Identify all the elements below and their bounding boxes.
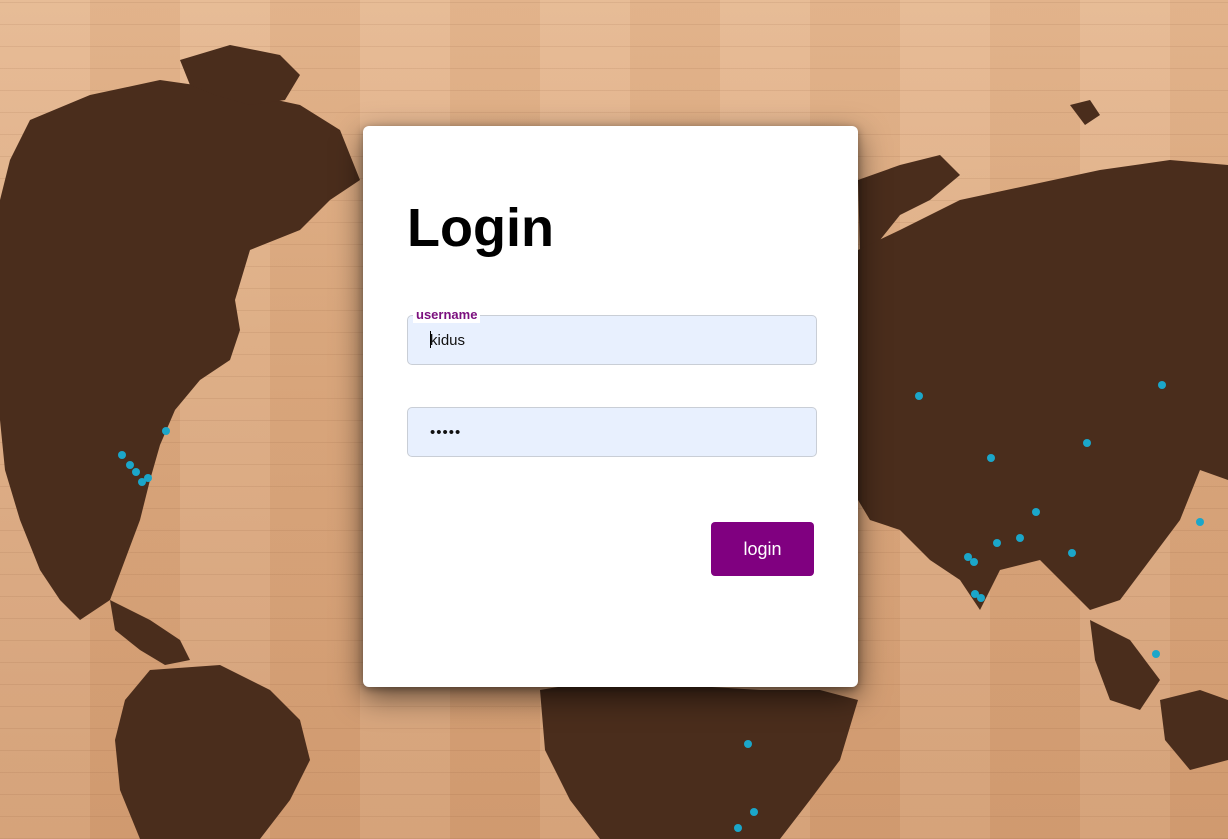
- username-value: kidus: [430, 332, 466, 349]
- map-pin: [162, 427, 170, 435]
- page-title: Login: [407, 198, 554, 258]
- map-pin: [118, 451, 126, 459]
- map-oceania: [1160, 690, 1228, 770]
- map-pin: [1196, 518, 1204, 526]
- map-pin: [1032, 508, 1040, 516]
- map-pin: [1083, 439, 1091, 447]
- map-pin: [144, 474, 152, 482]
- map-japan: [1070, 100, 1100, 125]
- map-pin: [1016, 534, 1024, 542]
- username-field[interactable]: username kidus: [407, 307, 817, 365]
- password-field[interactable]: •••••: [407, 407, 817, 457]
- login-button[interactable]: login: [711, 522, 814, 576]
- map-south-america: [115, 665, 310, 839]
- map-pin: [132, 468, 140, 476]
- map-pin: [744, 740, 752, 748]
- map-pin: [977, 594, 985, 602]
- map-pin: [734, 824, 742, 832]
- map-pin: [1068, 549, 1076, 557]
- password-value: •••••: [430, 424, 462, 441]
- username-label: username: [413, 307, 481, 323]
- login-card: Login username kidus ••••• login: [363, 126, 858, 687]
- map-southeast-asia: [1090, 620, 1160, 710]
- map-pin: [970, 558, 978, 566]
- map-pin: [915, 392, 923, 400]
- map-pin: [1158, 381, 1166, 389]
- map-pin: [750, 808, 758, 816]
- map-north-america: [0, 80, 360, 620]
- username-value-wrapper: kidus: [430, 331, 465, 351]
- map-pin: [993, 539, 1001, 547]
- map-asia: [858, 160, 1228, 610]
- map-pin: [1152, 650, 1160, 658]
- map-central-america: [110, 600, 190, 665]
- map-africa: [540, 680, 858, 839]
- map-pin: [126, 461, 134, 469]
- map-pin: [987, 454, 995, 462]
